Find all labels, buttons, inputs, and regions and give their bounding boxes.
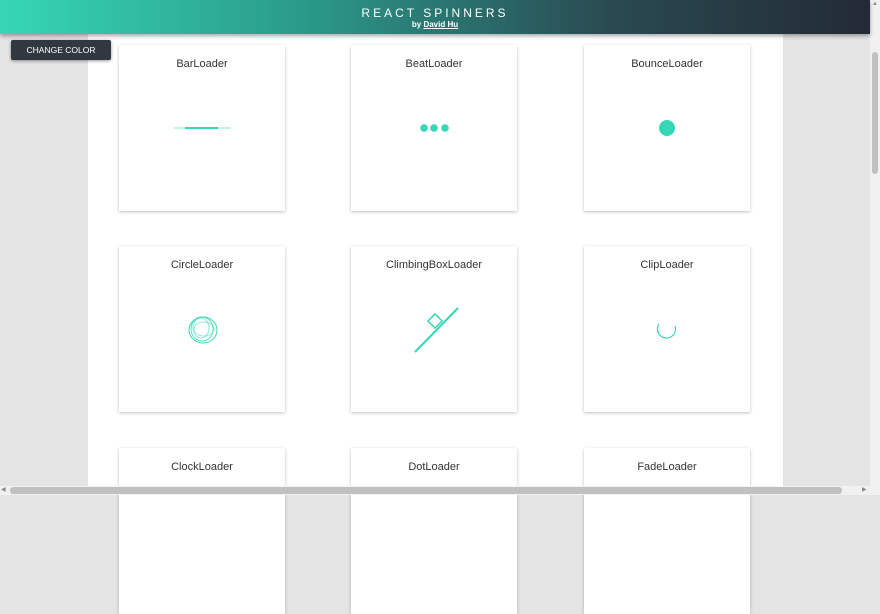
bar-loader-icon — [174, 127, 231, 129]
loader-card-bounce: BounceLoader — [584, 45, 750, 211]
horizontal-scrollbar[interactable]: ◀ ▶ — [0, 486, 880, 495]
loader-card-dot: DotLoader — [351, 448, 517, 614]
author-link[interactable]: David Hu — [423, 20, 458, 29]
change-color-button[interactable]: CHANGE COLOR — [11, 40, 111, 60]
app-header: REACT SPINNERS by David Hu — [0, 0, 870, 34]
loader-card-bar: BarLoader — [119, 45, 285, 211]
loader-card-climbing-box: ClimbingBoxLoader — [351, 246, 517, 412]
byline-prefix: by — [411, 20, 422, 29]
horizontal-scrollbar-thumb[interactable] — [10, 487, 842, 494]
loader-card-fade: FadeLoader — [584, 448, 750, 614]
loader-name: DotLoader — [408, 461, 460, 473]
circle-loader-icon — [188, 316, 218, 344]
page-title: REACT SPINNERS — [361, 6, 509, 20]
vertical-scrollbar[interactable]: ▲ — [870, 0, 880, 486]
vertical-scrollbar-thumb[interactable] — [872, 52, 878, 174]
byline: by David Hu — [0, 20, 870, 29]
clip-loader-icon — [656, 323, 677, 339]
scroll-left-icon[interactable]: ◀ — [1, 486, 6, 495]
beat-loader-icon — [420, 124, 449, 132]
climbing-box-loader-icon — [414, 307, 459, 353]
scroll-right-icon[interactable]: ▶ — [862, 486, 867, 495]
scroll-up-icon[interactable]: ▲ — [872, 0, 878, 9]
loader-grid: BarLoader BeatLoader BounceLoader Circle… — [88, 34, 783, 614]
loader-card-clip: ClipLoader — [584, 246, 750, 412]
loader-card-beat: BeatLoader — [351, 45, 517, 211]
loader-name: FadeLoader — [637, 461, 697, 473]
loader-card-clock: ClockLoader — [119, 448, 285, 614]
loader-card-circle: CircleLoader — [119, 246, 285, 412]
loader-name: ClockLoader — [171, 461, 233, 473]
bounce-loader-icon — [659, 120, 675, 136]
